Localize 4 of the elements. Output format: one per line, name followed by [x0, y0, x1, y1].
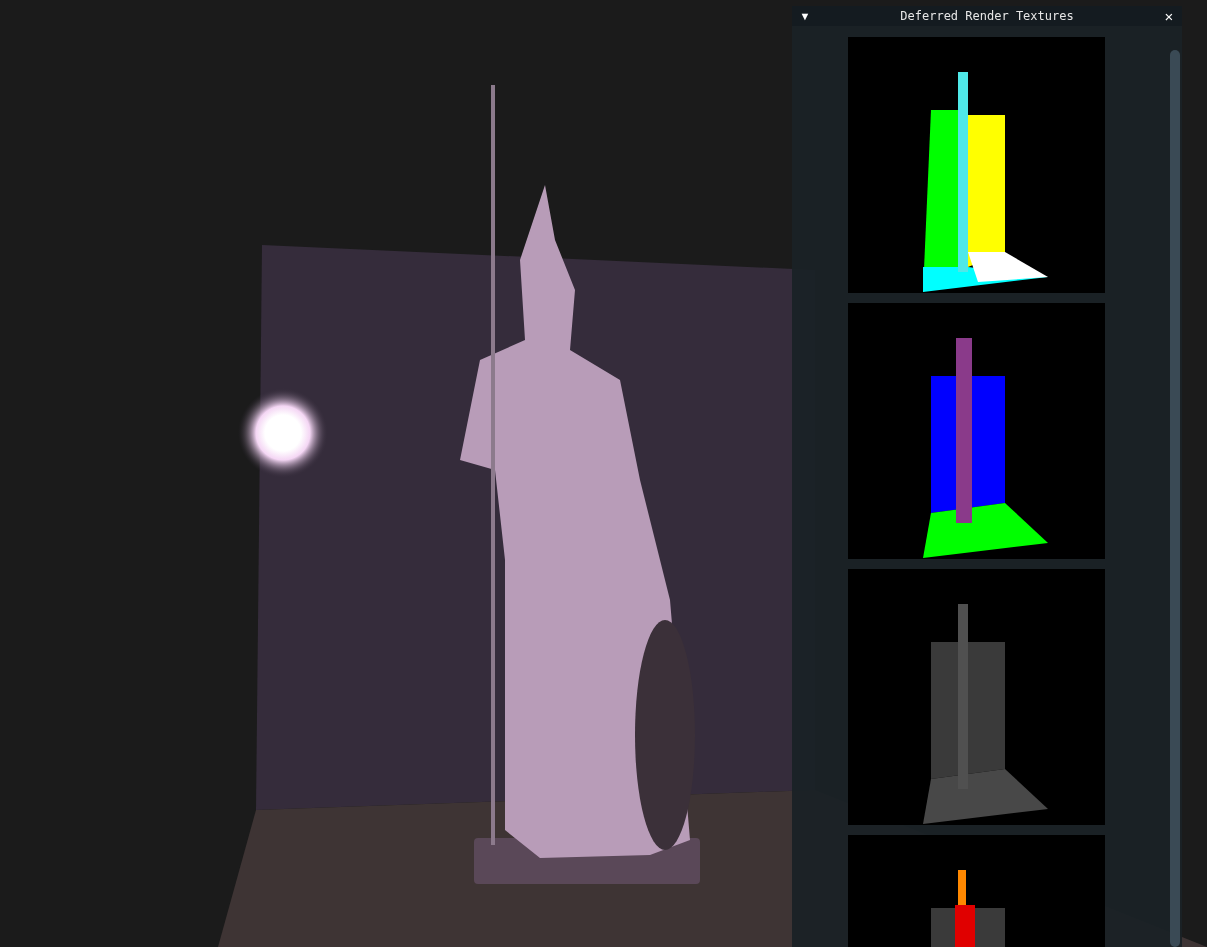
- close-button[interactable]: ×: [1162, 8, 1176, 24]
- collapse-button[interactable]: ▼: [798, 10, 812, 22]
- scrollbar[interactable]: [1170, 50, 1180, 947]
- panel-title: Deferred Render Textures: [899, 8, 1075, 25]
